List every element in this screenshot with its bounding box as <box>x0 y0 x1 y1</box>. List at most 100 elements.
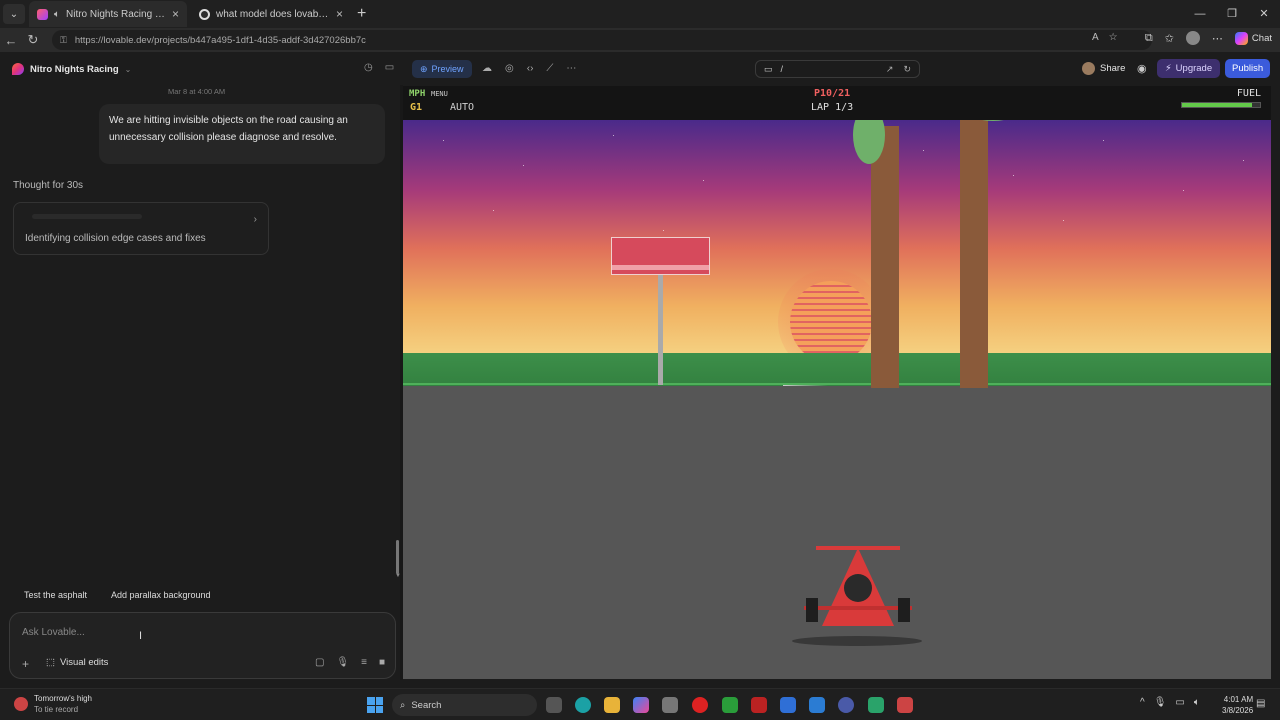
app-icon[interactable] <box>868 697 884 713</box>
task-card[interactable]: › Identifying collision edge cases and f… <box>13 202 269 255</box>
more-icon[interactable]: ⋯ <box>566 63 576 74</box>
queue-icon[interactable]: ≡ <box>361 657 367 668</box>
visual-edits-button[interactable]: ⬚ Visual edits <box>46 657 108 668</box>
opera-icon[interactable] <box>692 697 708 713</box>
windows-start-icon[interactable] <box>367 697 383 713</box>
read-aloud-icon[interactable]: A <box>1092 32 1099 43</box>
tab-lovable[interactable]: 🔈︎ Nitro Nights Racing - Lovable × <box>29 1 187 27</box>
favorites-icon[interactable]: ✩ <box>1165 32 1174 45</box>
sky-star <box>1103 140 1104 141</box>
edge-icon[interactable] <box>575 697 591 713</box>
back-icon[interactable]: ← <box>0 33 22 48</box>
transmission-mode: AUTO <box>450 102 475 113</box>
game-preview[interactable]: MPH MENU G1 AUTO P10/21 LAP 1/3 FUEL <box>403 86 1271 679</box>
restore-icon[interactable]: ❐ <box>1216 0 1248 28</box>
chat-scrollbar[interactable] <box>396 540 399 574</box>
user-message-bubble: We are hitting invisible objects on the … <box>99 104 385 164</box>
taskbar-search-label: Search <box>411 699 442 711</box>
history-icon[interactable]: ◷ <box>364 62 373 73</box>
copilot-chat-button[interactable]: Chat <box>1234 31 1272 45</box>
design-icon[interactable]: ◎ <box>505 63 514 74</box>
task-view-icon[interactable] <box>546 697 562 713</box>
upgrade-label: Upgrade <box>1175 63 1213 74</box>
attach-plus-icon[interactable]: + <box>22 657 29 671</box>
chat-input[interactable]: Ask Lovable... <box>22 627 85 638</box>
menu-button[interactable]: MENU <box>431 90 448 98</box>
more-menu-icon[interactable]: ⋯ <box>1212 32 1223 45</box>
share-label: Share <box>1100 63 1126 74</box>
chevron-down-icon: ⌄ <box>124 64 132 74</box>
minimize-icon[interactable]: — <box>1184 0 1216 28</box>
weather-widget[interactable]: Tomorrow's high To tie record <box>14 693 92 715</box>
preview-label: Preview <box>431 64 464 74</box>
new-tab-icon[interactable]: + <box>357 5 366 23</box>
github-icon[interactable]: ◉ <box>1137 62 1147 75</box>
view-mode-tabs: ☁ ◎ ‹› ⟋ ⋯ <box>482 63 576 74</box>
fuel-gauge <box>1181 102 1261 108</box>
file-explorer-icon[interactable] <box>604 697 620 713</box>
terminal-icon[interactable] <box>780 697 796 713</box>
extensions-icon[interactable]: ⧉ <box>1145 32 1153 45</box>
xbox-icon[interactable] <box>722 697 738 713</box>
chat-composer[interactable]: Ask Lovable... + ⬚ Visual edits ▢ 🎙︎ ≡ ■ <box>9 612 396 679</box>
reload-preview-icon[interactable]: ↻ <box>903 64 911 75</box>
microphone-icon[interactable]: 🎙︎ <box>336 657 349 668</box>
refresh-icon[interactable]: ↻ <box>22 32 44 48</box>
clock-date: 3/8/2026 <box>1222 706 1254 715</box>
open-external-icon[interactable]: ↗ <box>886 64 894 75</box>
chevron-up-icon[interactable]: ^ <box>1140 697 1145 708</box>
analytics-icon[interactable]: ⟋ <box>546 63 553 74</box>
tab-actions-menu[interactable]: ⌄ <box>3 4 25 24</box>
race-position: P10/21 <box>814 88 851 99</box>
notifications-icon[interactable]: ▤ <box>1256 698 1265 709</box>
tab-title: what model does lovable use - Go <box>216 8 330 20</box>
globe-icon: ⊕ <box>420 63 428 74</box>
device-icon[interactable]: ▭ <box>764 64 773 75</box>
suggestion-test-asphalt[interactable]: Test the asphalt <box>24 590 87 600</box>
app-icon[interactable] <box>838 697 854 713</box>
share-button[interactable]: Share <box>1082 62 1125 75</box>
microphone-tray-icon[interactable]: 🎙︎ <box>1154 697 1167 708</box>
audio-playing-icon[interactable]: 🔈︎ <box>54 9 60 20</box>
tab-google[interactable]: what model does lovable use - Go × <box>191 1 351 27</box>
gear-indicator: G1 <box>410 102 423 113</box>
tab-close-icon[interactable]: × <box>336 7 343 21</box>
system-clock[interactable]: 4:01 AM 3/8/2026 <box>1222 694 1253 716</box>
billboard-pole <box>658 275 663 385</box>
composer-actions: ▢ 🎙︎ ≡ ■ <box>315 657 385 668</box>
stop-icon[interactable]: ■ <box>379 657 385 668</box>
tab-close-icon[interactable]: × <box>172 7 179 21</box>
preview-tab[interactable]: ⊕ Preview <box>412 60 472 78</box>
chevron-right-icon: › <box>253 214 257 225</box>
publish-button[interactable]: Publish <box>1225 59 1271 78</box>
network-icon[interactable]: ▭ <box>1175 697 1184 708</box>
url-actions: A ☆ <box>1092 32 1118 43</box>
url-field[interactable]: ⚿ https://lovable.dev/projects/b447a495-… <box>52 30 1152 50</box>
search-icon: ⌕ <box>400 699 406 711</box>
taskbar-search[interactable]: ⌕ Search <box>392 694 537 716</box>
outlook-icon[interactable] <box>809 697 825 713</box>
sky-star <box>1183 190 1184 191</box>
chat-mode-icon[interactable]: ▢ <box>315 657 324 668</box>
app-header: Nitro Nights Racing ⌄ ◷ ▭ ⊕ Preview ☁ ◎ … <box>0 52 1280 85</box>
route-bar[interactable]: ▭ / ↗ ↻ <box>755 60 920 78</box>
fuel-label: FUEL <box>1236 88 1261 99</box>
store-icon[interactable] <box>662 697 678 713</box>
close-window-icon[interactable]: ✕ <box>1248 0 1280 28</box>
favorite-star-icon[interactable]: ☆ <box>1109 32 1118 43</box>
thought-duration[interactable]: Thought for 30s <box>13 180 83 191</box>
windows-taskbar: Tomorrow's high To tie record ⌕ Search ^… <box>0 688 1280 720</box>
copilot-app-icon[interactable] <box>633 697 649 713</box>
suggestion-parallax-background[interactable]: Add parallax background <box>111 590 211 600</box>
upgrade-button[interactable]: ⚡︎ Upgrade <box>1157 59 1221 78</box>
site-info-icon[interactable]: ⚿ <box>60 35 67 46</box>
volume-icon[interactable]: 🔈︎ <box>1194 697 1200 708</box>
app-icon[interactable] <box>751 697 767 713</box>
panel-toggle-icon[interactable]: ▭ <box>385 62 394 73</box>
profile-avatar[interactable] <box>1185 31 1200 45</box>
project-selector[interactable]: Nitro Nights Racing ⌄ <box>12 63 131 75</box>
code-icon[interactable]: ‹› <box>527 63 534 74</box>
cloud-icon[interactable]: ☁ <box>482 63 492 74</box>
snipping-tool-icon[interactable] <box>897 697 913 713</box>
browser-tab-bar: ⌄ 🔈︎ Nitro Nights Racing - Lovable × wha… <box>0 0 1280 28</box>
